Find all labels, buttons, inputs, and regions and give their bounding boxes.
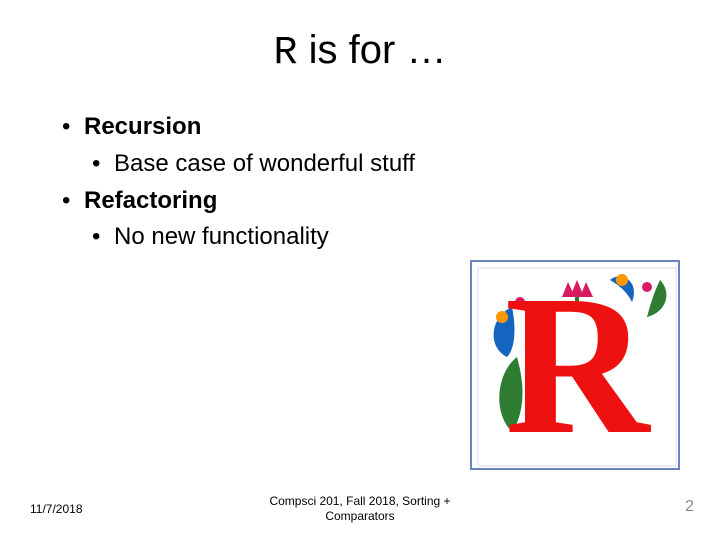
decorative-letter-r-image: R: [470, 260, 680, 470]
bullet-1: Recursion: [62, 110, 415, 145]
bullet-2: Refactoring: [62, 184, 415, 219]
slide-title: R is for …: [0, 28, 720, 76]
bullet-1a-text: Base case of wonderful stuff: [114, 150, 415, 177]
bullet-1a: Base case of wonderful stuff: [92, 147, 415, 182]
bullet-2a: No new functionality: [92, 220, 415, 255]
slide: R is for … Recursion Base case of wonder…: [0, 0, 720, 540]
title-rest: is for …: [298, 28, 447, 72]
bullet-list: Recursion Base case of wonderful stuff R…: [62, 110, 415, 257]
footer-center-line2: Comparators: [325, 509, 394, 523]
bullet-1-text: Recursion: [84, 113, 201, 140]
bullet-2-text: Refactoring: [84, 187, 217, 214]
footer-center-line1: Compsci 201, Fall 2018, Sorting +: [269, 494, 450, 508]
footer-page-number: 2: [685, 498, 694, 516]
big-r-glyph: R: [505, 262, 652, 472]
bullet-2a-text: No new functionality: [114, 223, 329, 250]
title-letter: R: [274, 31, 298, 76]
footer-center: Compsci 201, Fall 2018, Sorting + Compar…: [0, 494, 720, 524]
